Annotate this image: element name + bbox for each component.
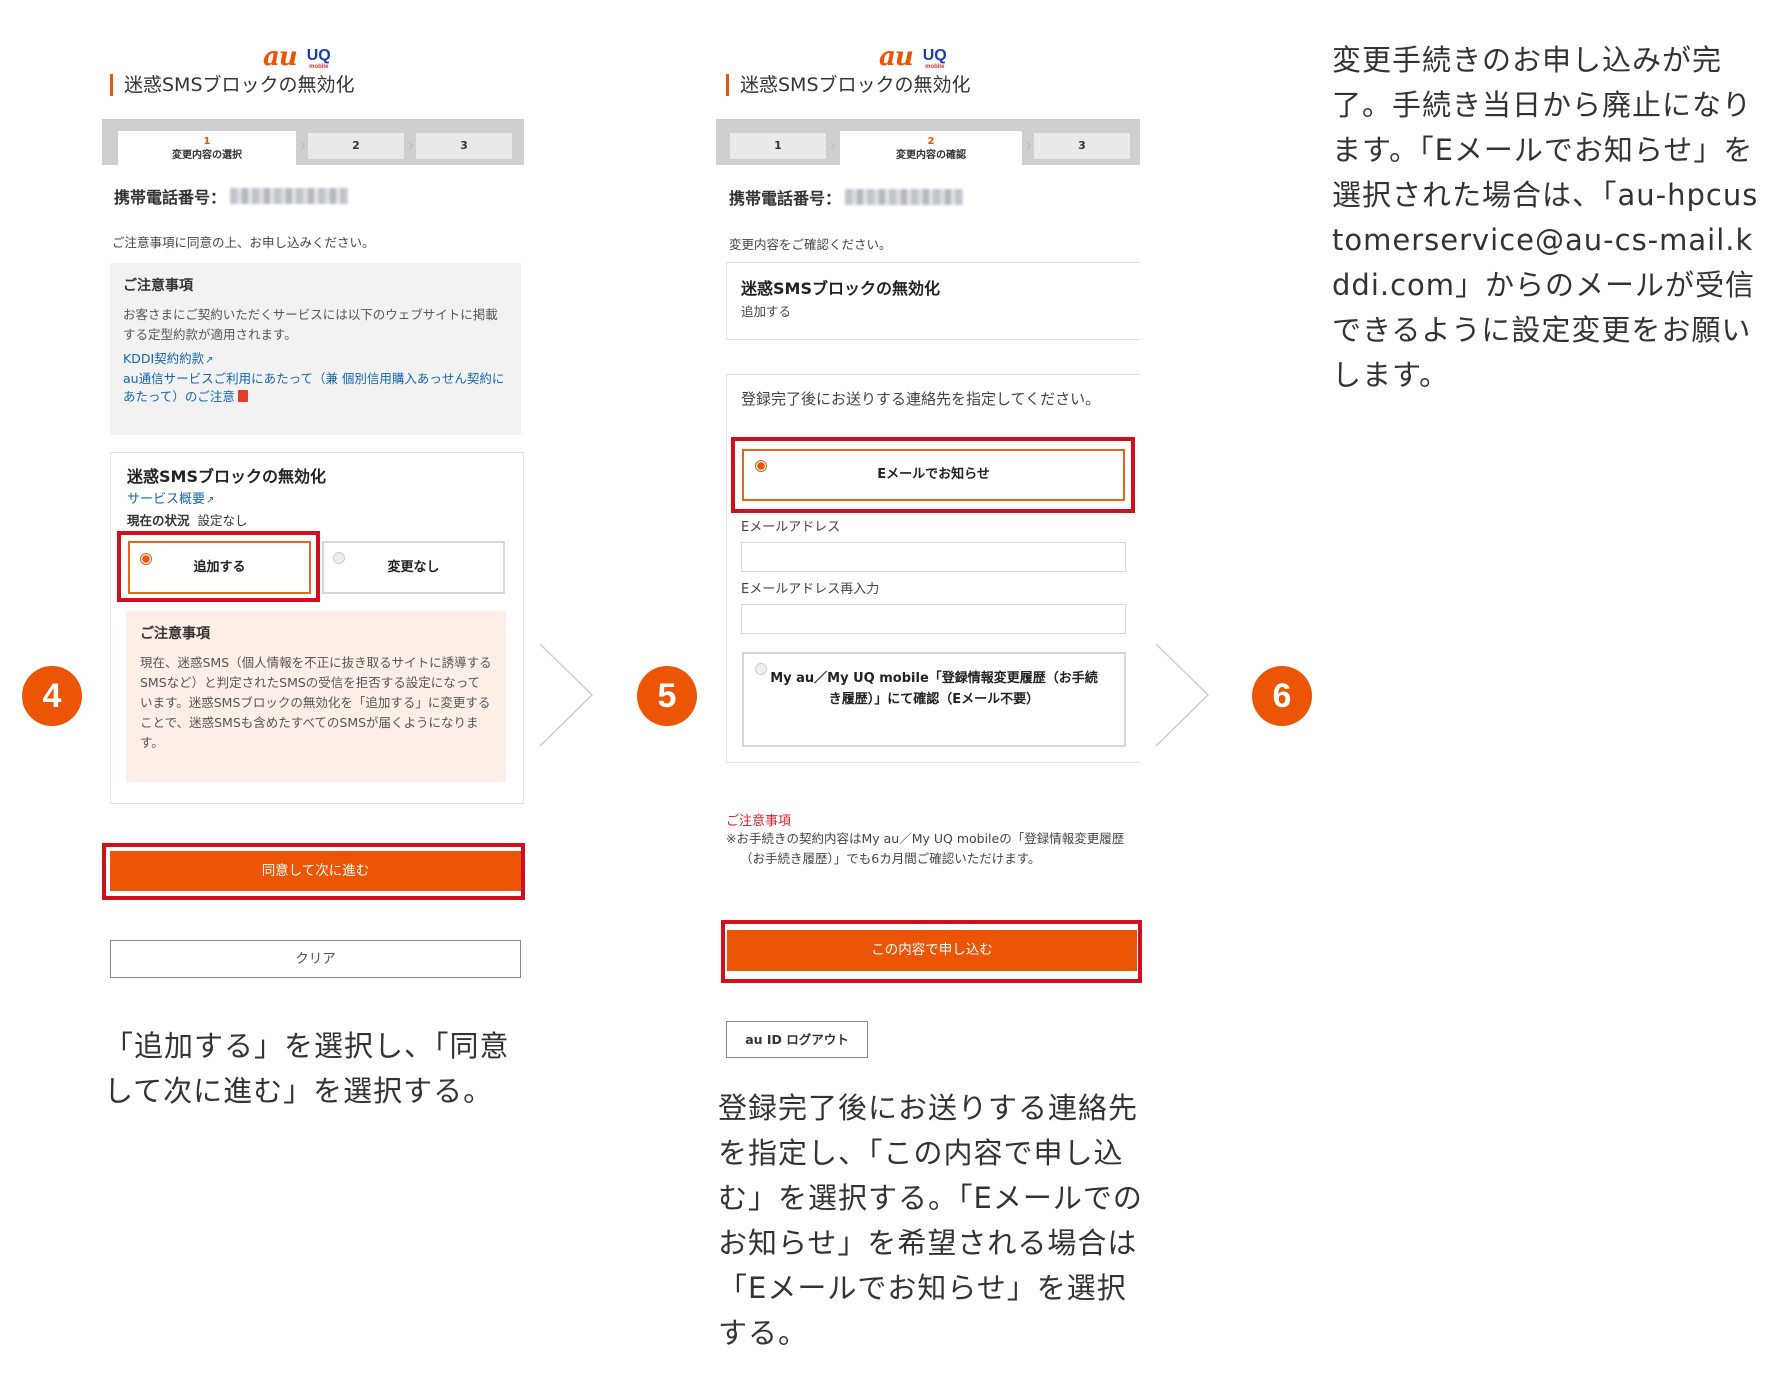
warning-text: 現在、迷惑SMS（個人情報を不正に抜き取るサイトに誘導するSMSなど）と判定され…	[140, 655, 492, 750]
pdf-icon	[237, 390, 248, 402]
step-badge-6: 6	[1252, 666, 1312, 726]
summary-card: 迷惑SMSブロックの無効化 追加する	[726, 262, 1140, 340]
phone-number-label: 携帯電話番号：	[114, 188, 227, 207]
step-6-caption: 変更手続きのお申し込みが完了。手続き当日から廃止になります。「Eメールでお知らせ…	[1332, 43, 1759, 392]
phone-number-label: 携帯電話番号：	[729, 189, 842, 208]
step-indicator: 1 変更内容の選択 › 2 › 3	[102, 119, 524, 165]
status-value: 設定なし	[197, 513, 248, 528]
agree-next-button[interactable]: 同意して次に進む	[110, 851, 521, 891]
step-badge-4: 4	[22, 666, 82, 726]
brand-logos: au UQ mobile	[879, 44, 947, 70]
intro-text: 変更内容をご確認ください。	[729, 237, 892, 252]
phone-number-row: 携帯電話番号：	[729, 185, 964, 209]
au-logo: au	[263, 42, 298, 72]
submit-button[interactable]: この内容で申し込む	[727, 930, 1137, 971]
notice-box: ご注意事項 お客さまにご契約いただくサービスには以下のウェブサイトに掲載する定型…	[110, 263, 521, 435]
note-text: ※お手続きの契約内容はMy au／My UQ mobileの「登録情報変更履歴（…	[726, 831, 1125, 866]
external-link-icon: ↗	[205, 355, 214, 366]
step-4-caption: 「追加する」を選択し、「同意して次に進む」を選択する。	[104, 1029, 510, 1108]
email-confirm-input[interactable]	[741, 604, 1126, 634]
next-arrow-icon	[1155, 643, 1210, 747]
chevron-right-icon: ›	[829, 135, 837, 156]
notice-heading: ご注意事項	[123, 278, 193, 294]
summary-value: 追加する	[741, 304, 792, 319]
step-2-current: 2 変更内容の確認	[840, 131, 1022, 165]
status-label: 現在の状況	[127, 513, 190, 528]
email-label: Eメールアドレス	[741, 520, 841, 535]
option-no-change[interactable]: 変更なし	[322, 541, 505, 594]
service-name: 迷惑SMSブロックの無効化	[127, 467, 326, 486]
email-input[interactable]	[741, 542, 1126, 572]
step-badge-5: 5	[637, 666, 697, 726]
radio-unselected-icon	[755, 663, 767, 675]
kddi-terms-link[interactable]: KDDI契約約款↗	[123, 350, 508, 370]
contact-prompt: 登録完了後にお送りする連絡先を指定してください。	[741, 390, 1101, 408]
uq-mobile-logo: UQ mobile	[306, 47, 331, 71]
step-2: 2	[308, 133, 404, 159]
step-3: 3	[416, 133, 512, 159]
intro-text: ご注意事項に同意の上、お申し込みください。	[112, 235, 375, 250]
page-title: 迷惑SMSブロックの無効化	[726, 74, 971, 96]
blurred-phone-number	[230, 188, 349, 204]
auid-logout-button[interactable]: au ID ログアウト	[726, 1021, 868, 1058]
highlight-frame	[731, 437, 1135, 513]
option-myau-history[interactable]: My au／My UQ mobile「登録情報変更履歴（お手続き履歴）」にて確認…	[742, 652, 1126, 747]
step-indicator: 1 › 2 変更内容の確認 › 3	[716, 119, 1140, 165]
step-1: 1	[730, 133, 826, 159]
clear-button[interactable]: クリア	[110, 940, 521, 978]
radio-unselected-icon	[333, 552, 345, 564]
notice-text: お客さまにご契約いただくサービスには以下のウェブサイトに掲載する定型約款が適用さ…	[123, 307, 498, 342]
service-overview-link[interactable]: サービス概要↗	[127, 488, 214, 507]
step-3: 3	[1034, 133, 1130, 159]
warning-heading: ご注意事項	[140, 626, 210, 642]
step-5-caption: 登録完了後にお送りする連絡先を指定し、「この内容で申し込む」を選択する。「Eメー…	[718, 1091, 1143, 1350]
au-service-notes-link[interactable]: au通信サービスご利用にあたって（兼 個別信用購入あっせん契約にあたって）のご注…	[123, 370, 508, 406]
current-status: 現在の状況 設定なし	[127, 510, 247, 529]
note-heading: ご注意事項	[726, 814, 792, 829]
external-link-icon: ↗	[206, 495, 215, 506]
next-arrow-icon	[539, 643, 594, 747]
step-1-current: 1 変更内容の選択	[118, 131, 296, 165]
page-title: 迷惑SMSブロックの無効化	[110, 74, 355, 96]
phone-number-row: 携帯電話番号：	[114, 184, 349, 208]
warning-box: ご注意事項 現在、迷惑SMS（個人情報を不正に抜き取るサイトに誘導するSMSなど…	[126, 611, 506, 782]
blurred-phone-number	[845, 189, 964, 205]
summary-service-name: 迷惑SMSブロックの無効化	[741, 279, 940, 298]
highlight-frame	[117, 531, 320, 602]
email-confirm-label: Eメールアドレス再入力	[741, 582, 880, 597]
brand-logos: au UQ mobile	[263, 44, 331, 70]
uq-mobile-logo: UQ mobile	[922, 47, 947, 71]
au-logo: au	[879, 42, 914, 72]
